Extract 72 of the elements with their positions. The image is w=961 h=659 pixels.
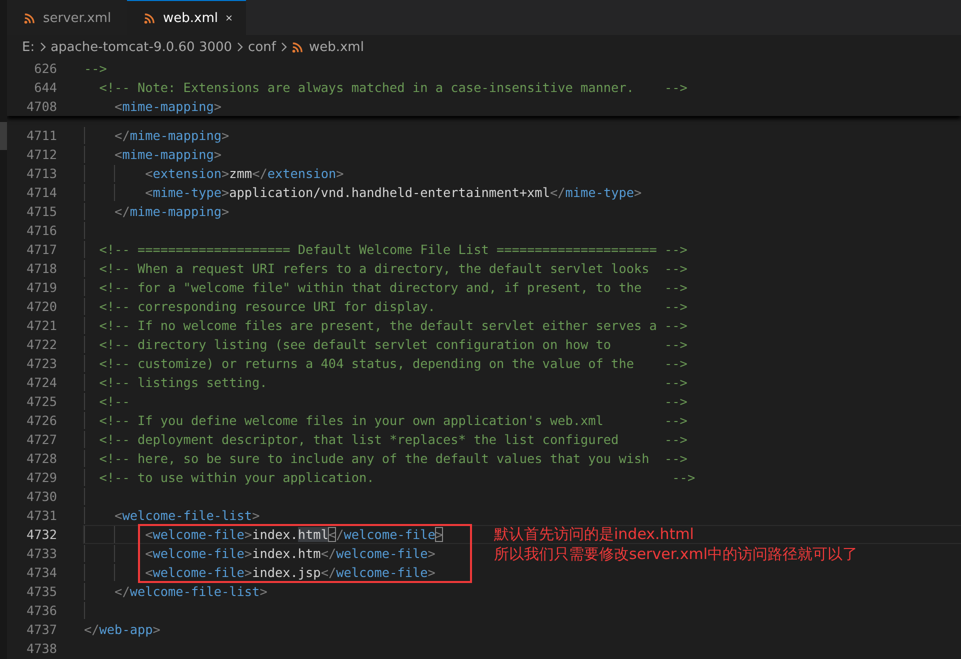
line-number: 4722 [25, 337, 57, 352]
code-line: <welcome-file>index.jsp</welcome-file> [144, 565, 436, 580]
code-line: <mime-mapping> [114, 147, 222, 162]
line-number: 4738 [25, 641, 57, 656]
line-number: 4737 [25, 622, 57, 637]
feed-icon [144, 12, 155, 24]
code-line: <!-- customize) or returns a 404 status, depending on the value of the --> [98, 356, 688, 371]
line-number: 4717 [25, 242, 57, 257]
code-line: --> [84, 61, 107, 76]
code-line: <mime-type>application/vnd.handheld-entertainment+xml</mime-type> [144, 185, 642, 200]
code-line: <!-- for a "welcome file" within that directory and, if present, to the --> [98, 280, 688, 295]
line-number: 4734 [25, 565, 57, 580]
line-number: 4727 [25, 432, 57, 447]
line-number: 4712 [25, 147, 57, 162]
line-number: 4730 [25, 489, 57, 504]
breadcrumb-item[interactable]: apache-tomcat-9.0.60 3000 [50, 40, 232, 54]
line-number: 4724 [25, 375, 57, 390]
line-number: 4731 [25, 508, 57, 523]
scroll-thumb[interactable] [0, 122, 7, 150]
code-line: <!-- corresponding resource URI for display. --> [98, 299, 688, 314]
line-number: 4713 [25, 166, 57, 181]
breadcrumb-item[interactable]: web.xml [292, 40, 364, 54]
line-number: 4736 [25, 603, 57, 618]
code-line: </web-app> [84, 622, 160, 637]
code-line: <!-- If no welcome files are present, the default servlet either serves a --> [98, 318, 688, 333]
feed-icon [24, 12, 35, 24]
line-number: 4723 [25, 356, 57, 371]
close-icon[interactable] [226, 13, 232, 23]
code-line: <!-- here, so be sure to include any of the default values that you wish --> [98, 451, 688, 466]
line-number: 4715 [25, 204, 57, 219]
line-number: 4733 [25, 546, 57, 561]
code-line: <!-- --> [98, 394, 688, 409]
code-line: <!-- listings setting. --> [98, 375, 688, 390]
line-number: 644 [33, 80, 57, 95]
code-line: <extension>zmm</extension> [144, 166, 344, 181]
line-number: 4732 [25, 527, 57, 542]
line-number: 4720 [25, 299, 57, 314]
editor-tab[interactable]: server.xml [7, 0, 127, 35]
code-line: </mime-mapping> [114, 204, 230, 219]
line-number: 4729 [25, 470, 57, 485]
code-line: <welcome-file-list> [114, 508, 260, 523]
line-number: 4714 [25, 185, 57, 200]
breadcrumb-item[interactable]: E: [22, 40, 35, 54]
code-line: <!-- If you define welcome files in your own application's web.xml --> [98, 413, 688, 428]
line-number: 4726 [25, 413, 57, 428]
chevron-icon [237, 42, 244, 52]
breadcrumb-item[interactable]: conf [248, 40, 276, 54]
line-number: 4735 [25, 584, 57, 599]
line-number: 4716 [25, 223, 57, 238]
annotation-text: 默认首先访问的是index.html [494, 524, 695, 544]
line-number: 4708 [25, 99, 57, 114]
chevron-icon [40, 42, 46, 52]
code-line: <!-- ==================== Default Welcome File List ===================== --> [98, 242, 688, 257]
code-line: </welcome-file-list> [114, 584, 268, 599]
line-number: 626 [33, 61, 57, 76]
code-line: <welcome-file>index.htm</welcome-file> [144, 546, 436, 561]
code-line: <!-- directory listing (see default servlet configuration on how to --> [98, 337, 688, 352]
code-line: <!-- When a request URI refers to a directory, the default servlet looks --> [98, 261, 688, 276]
code-line: <!-- deployment descriptor, that list *replaces* the list configured --> [98, 432, 688, 447]
code-line: <mime-mapping> [114, 99, 222, 114]
line-number: 4725 [25, 394, 57, 409]
code-line: <!-- Note: Extensions are always matched in a case-insensitive manner. --> [98, 80, 688, 95]
editor-tab[interactable]: web.xml [127, 0, 246, 35]
chevron-icon [280, 42, 287, 52]
annotation-text: 所以我们只需要修改server.xml中的访问路径就可以了 [494, 544, 858, 564]
line-number: 4711 [25, 128, 57, 143]
line-number: 4718 [25, 261, 57, 276]
line-number: 4719 [25, 280, 57, 295]
line-number: 4728 [25, 451, 57, 466]
line-number: 4721 [25, 318, 57, 333]
code-line: <!-- to use within your application. --> [98, 470, 696, 485]
code-line: </mime-mapping> [114, 128, 230, 143]
